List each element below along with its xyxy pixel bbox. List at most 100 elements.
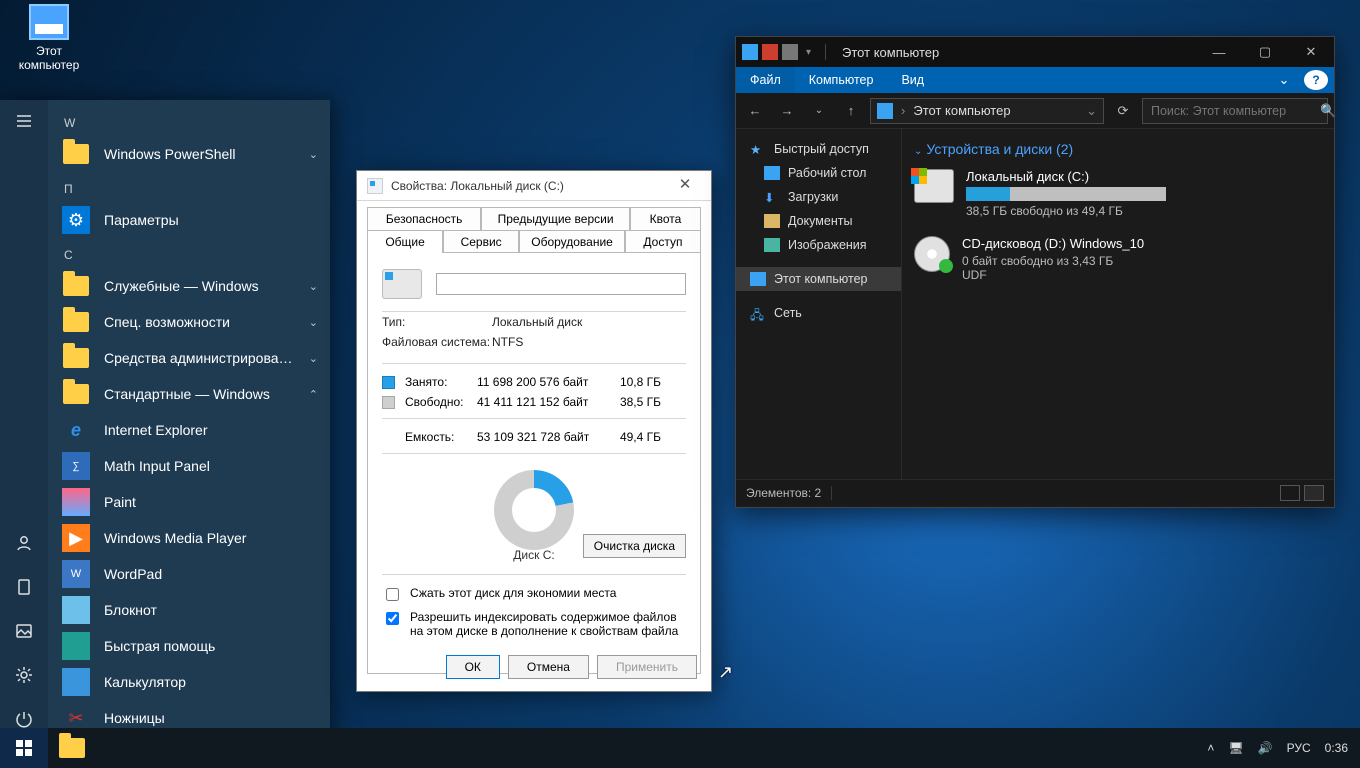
content-pane[interactable]: ⌄Устройства и диски (2) Локальный диск (… <box>902 129 1334 479</box>
new-folder-icon[interactable] <box>782 44 798 60</box>
minimize-button[interactable]: — <box>1196 37 1242 67</box>
app-spec[interactable]: Спец. возможности ⌄ <box>48 304 330 340</box>
explorer-titlebar[interactable]: ▾ Этот компьютер — ▢ ✕ <box>736 37 1334 67</box>
nav-desktop[interactable]: Рабочий стол <box>736 161 901 185</box>
menu-view[interactable]: Вид <box>887 67 938 93</box>
free-gb: 38,5 ГБ <box>607 395 661 409</box>
tab-prev-versions[interactable]: Предыдущие версии <box>481 207 630 230</box>
recent-dropdown[interactable]: ⌄ <box>806 98 832 124</box>
chevron-down-icon: ⌄ <box>309 316 318 329</box>
app-calc[interactable]: Калькулятор <box>48 664 330 700</box>
app-admin[interactable]: Средства администрирования... ⌄ <box>48 340 330 376</box>
titlebar[interactable]: Свойства: Локальный диск (C:) ✕ <box>357 171 711 201</box>
user-icon[interactable] <box>13 532 35 554</box>
menu-file[interactable]: Файл <box>736 67 795 93</box>
view-large-button[interactable] <box>1304 485 1324 501</box>
app-powershell[interactable]: Windows PowerShell ⌄ <box>48 136 330 172</box>
qat-dropdown[interactable]: ▾ <box>802 47 815 58</box>
start-app-list[interactable]: W Windows PowerShell ⌄ П ⚙ Параметры С С… <box>48 100 330 740</box>
tray-show-hidden-icon[interactable]: ˄ <box>1207 741 1214 755</box>
ribbon-expand-icon[interactable]: ⌄ <box>1270 67 1298 93</box>
explorer-window: ▾ Этот компьютер — ▢ ✕ Файл Компьютер Ви… <box>735 36 1335 508</box>
search-input[interactable] <box>1149 103 1314 119</box>
address-bar[interactable]: › Этот компьютер ⌄ <box>870 98 1104 124</box>
desktop-icon <box>764 166 780 180</box>
taskbar: ˄ 🖥 🔊 РУС 0:36 <box>0 728 1360 768</box>
drive-d[interactable]: CD-дисковод (D:) Windows_10 0 байт свобо… <box>906 232 1330 296</box>
compress-option[interactable]: Сжать этот диск для экономии места <box>382 583 686 607</box>
settings-icon[interactable] <box>13 664 35 686</box>
desktop-icon-this-pc[interactable]: Этот компьютер <box>14 4 84 72</box>
back-button[interactable]: ← <box>742 98 768 124</box>
view-details-button[interactable] <box>1280 485 1300 501</box>
nav-pictures[interactable]: Изображения <box>736 233 901 257</box>
power-icon[interactable] <box>13 708 35 730</box>
tab-quota[interactable]: Квота <box>630 207 701 230</box>
desktop-icon-label: Этот компьютер <box>14 44 84 72</box>
navigation-pane[interactable]: ★ Быстрый доступ Рабочий стол ⬇ Загрузки… <box>736 129 902 479</box>
app-ie[interactable]: e Internet Explorer <box>48 412 330 448</box>
close-button[interactable]: ✕ <box>665 175 705 197</box>
app-notepad[interactable]: Блокнот <box>48 592 330 628</box>
pictures-icon[interactable] <box>13 620 35 642</box>
tab-general[interactable]: Общие <box>367 230 443 253</box>
search-box[interactable]: 🔍 <box>1142 98 1328 124</box>
up-button[interactable]: ↑ <box>838 98 864 124</box>
tab-hardware[interactable]: Оборудование <box>519 230 625 253</box>
network-icon[interactable]: 🖥 <box>1228 741 1243 755</box>
language-indicator[interactable]: РУС <box>1287 741 1311 755</box>
nav-toolbar: ← → ⌄ ↑ › Этот компьютер ⌄ ⟳ 🔍 <box>736 93 1334 129</box>
nav-documents[interactable]: Документы <box>736 209 901 233</box>
app-quickhelp[interactable]: Быстрая помощь <box>48 628 330 664</box>
properties-icon[interactable] <box>762 44 778 60</box>
nav-downloads[interactable]: ⬇ Загрузки <box>736 185 901 209</box>
clock[interactable]: 0:36 <box>1325 741 1348 755</box>
group-label-p: П <box>48 172 330 202</box>
status-bar: Элементов: 2 <box>736 479 1334 505</box>
general-tab-content: Тип: Локальный диск Файловая система: NT… <box>367 252 701 674</box>
close-button[interactable]: ✕ <box>1288 37 1334 67</box>
tab-access[interactable]: Доступ <box>625 230 701 253</box>
address-dropdown-icon[interactable]: ⌄ <box>1086 103 1097 119</box>
tab-security[interactable]: Безопасность <box>367 207 481 230</box>
start-button[interactable] <box>0 728 48 768</box>
nav-quick-access[interactable]: ★ Быстрый доступ <box>736 137 901 161</box>
search-icon[interactable]: 🔍 <box>1320 103 1336 119</box>
app-wmp[interactable]: ▶ Windows Media Player <box>48 520 330 556</box>
volume-icon[interactable]: 🔊 <box>1258 741 1273 755</box>
notepad-icon <box>62 596 90 624</box>
drive-label-input[interactable] <box>436 273 686 295</box>
gear-icon: ⚙ <box>62 206 90 234</box>
hamburger-icon[interactable] <box>13 110 35 132</box>
disk-cleanup-button[interactable]: Очистка диска <box>583 534 686 558</box>
nav-this-pc[interactable]: Этот компьютер <box>736 267 901 291</box>
cancel-button[interactable]: Отмена <box>508 655 589 679</box>
app-paint[interactable]: Paint <box>48 484 330 520</box>
app-sluzhebnye[interactable]: Служебные — Windows ⌄ <box>48 268 330 304</box>
help-icon[interactable]: ? <box>1304 70 1328 90</box>
menu-computer[interactable]: Компьютер <box>795 67 888 93</box>
documents-icon[interactable] <box>13 576 35 598</box>
forward-button[interactable]: → <box>774 98 800 124</box>
tab-service[interactable]: Сервис <box>443 230 519 253</box>
index-checkbox[interactable] <box>386 612 399 625</box>
compress-checkbox[interactable] <box>386 588 399 601</box>
drive-c[interactable]: Локальный диск (C:) 38,5 ГБ свободно из … <box>906 165 1330 232</box>
nav-network[interactable]: 🖧 Сеть <box>736 301 901 325</box>
taskbar-explorer[interactable] <box>48 728 96 768</box>
start-rail <box>0 100 48 740</box>
app-standard[interactable]: Стандартные — Windows ⌃ <box>48 376 330 412</box>
app-mathinput[interactable]: ∑ Math Input Panel <box>48 448 330 484</box>
index-option[interactable]: Разрешить индексировать содержимое файло… <box>382 607 686 641</box>
ok-button[interactable]: ОК <box>446 655 500 679</box>
maximize-button[interactable]: ▢ <box>1242 37 1288 67</box>
refresh-button[interactable]: ⟳ <box>1110 98 1136 124</box>
app-wordpad[interactable]: W WordPad <box>48 556 330 592</box>
used-gb: 10,8 ГБ <box>607 375 661 389</box>
network-icon: 🖧 <box>750 306 766 320</box>
breadcrumb[interactable]: Этот компьютер <box>913 103 1010 118</box>
app-parameters[interactable]: ⚙ Параметры <box>48 202 330 238</box>
label-used: Занято: <box>405 375 477 389</box>
group-devices-drives[interactable]: ⌄Устройства и диски (2) <box>906 137 1330 165</box>
apply-button[interactable]: Применить <box>597 655 697 679</box>
